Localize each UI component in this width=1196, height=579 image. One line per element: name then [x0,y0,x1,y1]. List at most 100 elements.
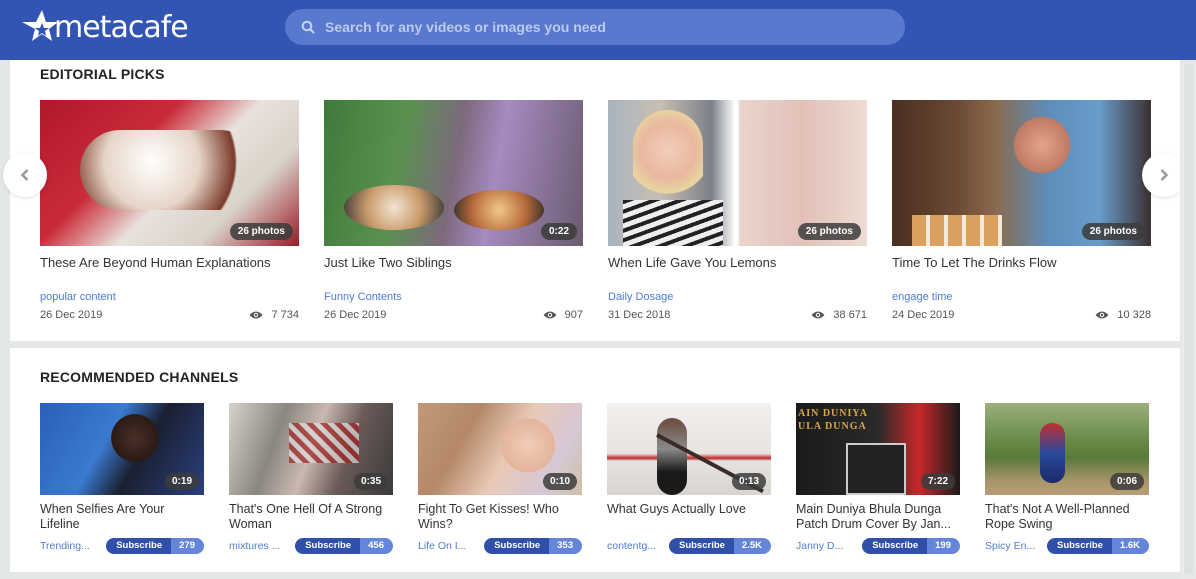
channel-name-link[interactable]: Spicy En... [985,540,1045,552]
subscriber-count: 2.5K [733,538,771,554]
subscriber-count: 279 [171,538,204,554]
subscribe-label[interactable]: Subscribe [295,538,361,554]
channel-card[interactable]: 0:10 Fight To Get Kisses! Who Wins? Life… [418,403,582,554]
editorial-picks-section: EDITORIAL PICKS 26 photos These Are Beyo… [10,60,1180,341]
video-title[interactable]: That's Not A Well-Planned Rope Swing [985,502,1149,532]
recommended-channels-section: RECOMMENDED CHANNELS 0:19 When Selfies A… [10,348,1180,572]
channel-card[interactable]: 0:19 When Selfies Are Your Lifeline Tren… [40,403,204,554]
card-thumbnail[interactable]: 26 photos [608,100,867,246]
channel-card[interactable]: 0:35 That's One Hell Of A Strong Woman m… [229,403,393,554]
duration-badge: 0:22 [540,223,577,240]
editorial-card[interactable]: 26 photos These Are Beyond Human Explana… [40,100,299,321]
card-date: 31 Dec 2018 [608,309,671,321]
subscribe-button[interactable]: Subscribe 1.6K [1046,538,1149,554]
channel-thumbnail[interactable]: 0:13 [607,403,771,495]
logo-text: metacafe [54,9,189,45]
card-category-link[interactable]: engage time [892,291,953,303]
channel-card[interactable]: AIN DUNIYA ULA DUNGA 7:22 Main Duniya Bhu… [796,403,960,554]
section-title: RECOMMENDED CHANNELS [40,369,239,385]
subscribe-button[interactable]: Subscribe 353 [484,538,582,554]
duration-badge: 0:19 [164,473,199,490]
channel-thumbnail[interactable]: 0:19 [40,403,204,495]
eye-icon [249,311,263,319]
channel-thumbnail[interactable]: 0:10 [418,403,582,495]
editorial-card[interactable]: 26 photos When Life Gave You Lemons Dail… [608,100,867,321]
vertical-scrollbar[interactable] [1180,60,1196,579]
section-title: EDITORIAL PICKS [40,66,165,82]
channel-thumbnail[interactable]: AIN DUNIYA ULA DUNGA 7:22 [796,403,960,495]
channel-card[interactable]: 0:06 That's Not A Well-Planned Rope Swin… [985,403,1149,554]
video-title[interactable]: That's One Hell Of A Strong Woman [229,502,393,532]
subscribe-label[interactable]: Subscribe [668,538,734,554]
card-views: 10 328 [1095,309,1151,321]
card-category-link[interactable]: Daily Dosage [608,291,673,303]
duration-badge: 0:35 [353,473,388,490]
card-thumbnail[interactable]: 26 photos [40,100,299,246]
video-title[interactable]: Fight To Get Kisses! Who Wins? [418,502,582,532]
card-title[interactable]: Just Like Two Siblings [324,255,583,270]
search-input[interactable] [325,19,885,35]
subscriber-count: 1.6K [1111,538,1149,554]
eye-icon [811,311,825,319]
views-count: 7 734 [271,309,299,321]
subscribe-button[interactable]: Subscribe 199 [862,538,960,554]
card-category-link[interactable]: popular content [40,291,116,303]
card-views: 907 [543,309,583,321]
card-date: 26 Dec 2019 [40,309,103,321]
duration-badge: 0:10 [542,473,577,490]
channel-thumbnail[interactable]: 0:35 [229,403,393,495]
channel-name-link[interactable]: Life On I... [418,540,478,552]
views-count: 907 [564,309,583,321]
subscribe-label[interactable]: Subscribe [484,538,550,554]
card-date: 26 Dec 2019 [324,309,387,321]
duration-badge: 0:06 [1109,473,1144,490]
subscribe-button[interactable]: Subscribe 279 [106,538,204,554]
card-views: 7 734 [249,309,299,321]
views-count: 38 671 [833,309,867,321]
star-logo-icon [22,10,58,41]
scrollbar-thumb[interactable] [1183,64,1193,574]
photo-count-badge: 26 photos [229,223,293,240]
duration-badge: 0:13 [731,473,766,490]
video-title[interactable]: When Selfies Are Your Lifeline [40,502,204,532]
channel-card[interactable]: 0:13 What Guys Actually Love contentg...… [607,403,771,554]
card-category-link[interactable]: Funny Contents [324,291,402,303]
carousel-prev-button[interactable] [3,153,47,197]
top-header: metacafe [0,0,1196,60]
card-views: 38 671 [811,309,867,321]
card-thumbnail[interactable]: 0:22 [324,100,583,246]
card-title[interactable]: These Are Beyond Human Explanations [40,255,299,270]
video-title[interactable]: Main Duniya Bhula Dunga Patch Drum Cover… [796,502,960,532]
card-thumbnail[interactable]: 26 photos [892,100,1151,246]
subscriber-count: 456 [360,538,393,554]
subscribe-button[interactable]: Subscribe 456 [295,538,393,554]
search-icon [301,20,315,34]
channel-thumbnail[interactable]: 0:06 [985,403,1149,495]
views-count: 10 328 [1117,309,1151,321]
chevron-right-icon [1160,169,1169,181]
video-title[interactable]: What Guys Actually Love [607,502,771,532]
channel-name-link[interactable]: Trending... [40,540,100,552]
channel-name-link[interactable]: contentg... [607,540,667,552]
editorial-card[interactable]: 26 photos Time To Let The Drinks Flow en… [892,100,1151,321]
eye-icon [543,311,557,319]
channel-name-link[interactable]: Janny D... [796,540,856,552]
card-date: 24 Dec 2019 [892,309,955,321]
card-title[interactable]: When Life Gave You Lemons [608,255,867,270]
subscribe-button[interactable]: Subscribe 2.5K [668,538,771,554]
photo-count-badge: 26 photos [797,223,861,240]
eye-icon [1095,311,1109,319]
subscribe-label[interactable]: Subscribe [1046,538,1112,554]
card-title[interactable]: Time To Let The Drinks Flow [892,255,1151,270]
subscriber-count: 199 [927,538,960,554]
search-bar[interactable] [285,9,905,45]
photo-count-badge: 26 photos [1081,223,1145,240]
chevron-left-icon [20,169,29,181]
editorial-card[interactable]: 0:22 Just Like Two Siblings Funny Conten… [324,100,583,321]
subscriber-count: 353 [549,538,582,554]
duration-badge: 7:22 [920,473,955,490]
subscribe-label[interactable]: Subscribe [862,538,928,554]
channel-name-link[interactable]: mixtures ... [229,540,289,552]
subscribe-label[interactable]: Subscribe [106,538,172,554]
metacafe-logo[interactable]: metacafe [22,6,189,46]
